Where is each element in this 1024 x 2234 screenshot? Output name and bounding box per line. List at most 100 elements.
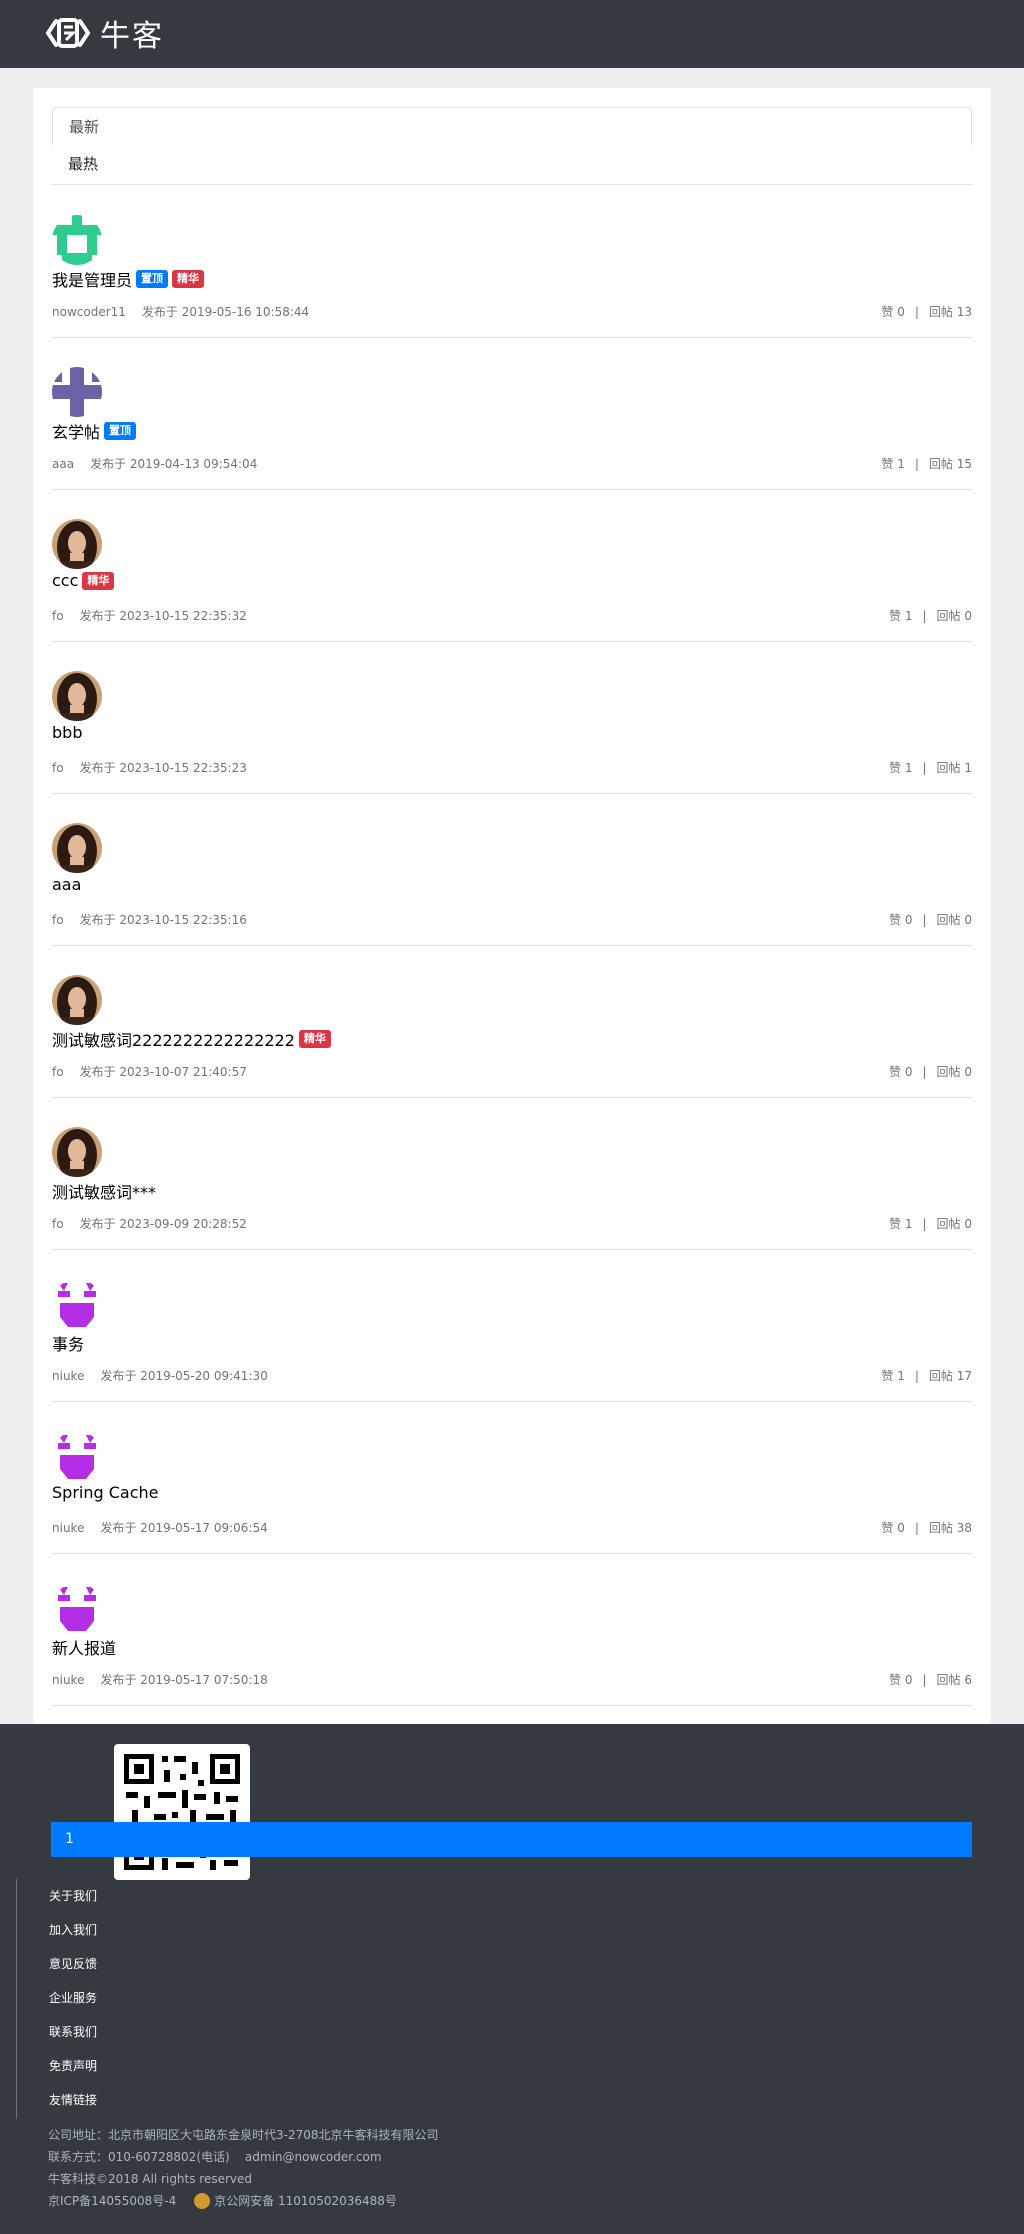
elite-badge: 精华 [82, 571, 115, 590]
magenta-robot-avatar-icon[interactable] [52, 1279, 102, 1329]
post-title-link[interactable]: 新人报道 [52, 1635, 116, 1659]
qr-code [114, 1744, 250, 1880]
footer-link-join[interactable]: 加入我们 [49, 1913, 97, 1947]
copyright: 牛客科技©2018 All rights reserved [48, 2172, 253, 2186]
post-author: aaa [52, 457, 75, 471]
post-title-link[interactable]: 我是管理员 [52, 267, 132, 291]
post-likes: 赞 0 [889, 1673, 913, 1687]
post-time: 发布于 2019-05-17 07:50:18 [100, 1673, 268, 1687]
post-title-link[interactable]: 测试敏感词2222222222222222 [52, 1027, 295, 1051]
logo-text: 牛客 [100, 19, 164, 54]
beian-row: 京ICP备14055008号-4 京公网安备 11010502036488号 [48, 2190, 439, 2212]
post-meta: niuke 发布于 2019-05-17 09:06:54 [52, 1519, 268, 1536]
footer-link-about[interactable]: 关于我们 [49, 1879, 97, 1913]
post-likes: 赞 1 [881, 457, 905, 471]
tab-latest[interactable]: 最新 [52, 107, 972, 145]
icp-number[interactable]: 京ICP备14055008号-4 [48, 2190, 176, 2212]
post-time: 发布于 2023-09-09 20:28:52 [79, 1217, 247, 1231]
post-likes: 赞 0 [881, 1521, 905, 1535]
post-author: fo [52, 609, 64, 623]
post-likes: 赞 0 [881, 305, 905, 319]
post-likes: 赞 0 [889, 1065, 913, 1079]
post-time: 发布于 2019-05-17 09:06:54 [100, 1521, 268, 1535]
purple-cross-avatar-icon[interactable] [52, 367, 102, 417]
stats-separator: | [922, 1673, 927, 1687]
logo[interactable]: 牛客 [44, 10, 164, 56]
elite-badge: 精华 [172, 270, 205, 288]
post-title-link[interactable]: aaa [52, 875, 81, 894]
post-author: fo [52, 761, 64, 775]
post-title-link[interactable]: Spring Cache [52, 1483, 158, 1502]
post-author: nowcoder11 [52, 305, 126, 319]
post-title-link[interactable]: ccc [52, 571, 78, 590]
post-author: niuke [52, 1521, 85, 1535]
post-stats: 赞 0 | 回帖 38 [881, 1519, 972, 1536]
post-title-row: aaa [52, 875, 81, 894]
post-title-row: 我是管理员 置顶 精华 [52, 267, 205, 291]
sort-tabs: 最新 最热 [52, 107, 972, 185]
post-meta: fo 发布于 2023-09-09 20:28:52 [52, 1215, 247, 1232]
post-time: 发布于 2023-10-15 22:35:32 [79, 609, 247, 623]
logo-icon [46, 18, 90, 48]
post-item: 事务 niuke 发布于 2019-05-20 09:41:30 赞 1 | 回帖 17 [52, 1249, 972, 1402]
stats-separator: | [922, 1065, 927, 1079]
post-replies: 回帖 6 [936, 1673, 972, 1687]
post-title-row: 事务 [52, 1331, 84, 1355]
post-item: 新人报道 niuke 发布于 2019-05-17 07:50:18 赞 0 | 回帖 6 [52, 1553, 972, 1706]
post-likes: 赞 1 [889, 1217, 913, 1231]
post-replies: 回帖 0 [936, 1065, 972, 1079]
pagination-current-page[interactable]: 1 [51, 1822, 972, 1857]
post-stats: 赞 1 | 回帖 1 [889, 759, 972, 776]
magenta-robot-avatar-icon[interactable] [52, 1583, 102, 1633]
post-likes: 赞 1 [889, 761, 913, 775]
post-time: 发布于 2023-10-07 21:40:57 [79, 1065, 247, 1079]
post-stats: 赞 0 | 回帖 0 [889, 911, 972, 928]
post-author: niuke [52, 1673, 85, 1687]
post-author: fo [52, 913, 64, 927]
stats-separator: | [922, 761, 927, 775]
post-title-row: 新人报道 [52, 1635, 116, 1659]
photo-avatar-icon[interactable] [52, 1127, 102, 1177]
footer-info: 公司地址：北京市朝阳区大屯路东金泉时代3-2708北京牛客科技有限公司 联系方式… [48, 2124, 439, 2212]
footer-link-disclaimer[interactable]: 免责声明 [49, 2049, 97, 2083]
post-replies: 回帖 17 [928, 1369, 972, 1383]
stats-separator: | [922, 609, 927, 623]
green-robot-avatar-icon[interactable] [52, 215, 102, 265]
post-stats: 赞 0 | 回帖 0 [889, 1063, 972, 1080]
stats-separator: | [914, 305, 919, 319]
police-badge-icon [194, 2193, 211, 2209]
top-navbar: 牛客 [0, 0, 1024, 68]
footer-link-contact[interactable]: 联系我们 [49, 2015, 97, 2049]
footer-link-enterprise[interactable]: 企业服务 [49, 1981, 97, 2015]
post-replies: 回帖 0 [936, 609, 972, 623]
post-meta: aaa 发布于 2019-04-13 09:54:04 [52, 455, 257, 472]
post-title-link[interactable]: 玄学帖 [52, 419, 100, 443]
post-title-link[interactable]: 测试敏感词*** [52, 1179, 156, 1203]
post-meta: nowcoder11 发布于 2019-05-16 10:58:44 [52, 303, 309, 320]
magenta-robot-avatar-icon[interactable] [52, 1431, 102, 1481]
post-meta: niuke 发布于 2019-05-20 09:41:30 [52, 1367, 268, 1384]
post-title-link[interactable]: bbb [52, 723, 82, 742]
footer-link-feedback[interactable]: 意见反馈 [49, 1947, 97, 1981]
post-author: niuke [52, 1369, 85, 1383]
police-number[interactable]: 京公网安备 11010502036488号 [214, 2190, 397, 2212]
post-stats: 赞 1 | 回帖 0 [889, 1215, 972, 1232]
post-stats: 赞 0 | 回帖 13 [881, 303, 972, 320]
post-item: 测试敏感词2222222222222222 精华 fo 发布于 2023-10-07 … [52, 945, 972, 1098]
stats-separator: | [914, 1521, 919, 1535]
footer-links: 关于我们 加入我们 意见反馈 企业服务 联系我们 免责声明 友情链接 [16, 1879, 97, 2119]
post-title-row: 测试敏感词*** [52, 1179, 156, 1203]
pinned-badge: 置顶 [104, 422, 137, 440]
photo-avatar-icon[interactable] [52, 519, 102, 569]
post-replies: 回帖 0 [936, 1217, 972, 1231]
post-meta: fo 发布于 2023-10-15 22:35:32 [52, 607, 247, 624]
post-title-link[interactable]: 事务 [52, 1331, 84, 1355]
photo-avatar-icon[interactable] [52, 671, 102, 721]
photo-avatar-icon[interactable] [52, 975, 102, 1025]
footer-link-friends[interactable]: 友情链接 [49, 2083, 97, 2117]
post-likes: 赞 1 [881, 1369, 905, 1383]
post-time: 发布于 2019-05-20 09:41:30 [100, 1369, 268, 1383]
tab-hottest[interactable]: 最热 [52, 145, 972, 183]
photo-avatar-icon[interactable] [52, 823, 102, 873]
stats-separator: | [922, 1217, 927, 1231]
